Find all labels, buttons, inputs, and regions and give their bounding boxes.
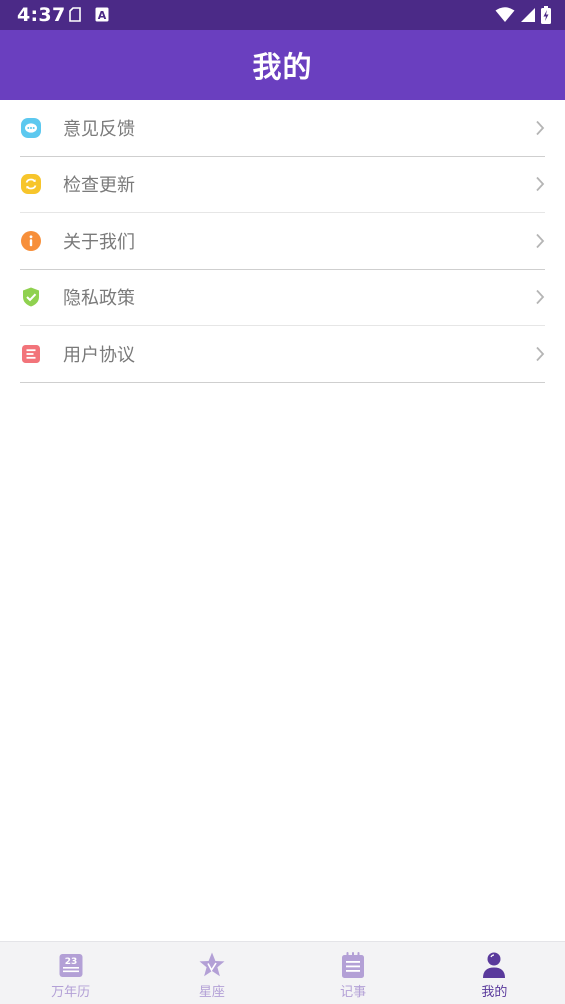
shield-check-icon: [20, 286, 42, 308]
wifi-icon: [495, 7, 515, 27]
nav-tab-label: 记事: [340, 985, 367, 1000]
chevron-right-icon: [536, 290, 545, 305]
chat-bubble-icon: [20, 117, 42, 139]
nav-tab-calendar[interactable]: 23 万年历: [0, 942, 141, 1004]
refresh-icon: [20, 173, 42, 195]
a-badge-icon: A: [95, 7, 109, 26]
menu-item-user-agreement[interactable]: 用户协议: [20, 326, 545, 383]
menu-item-label: 隐私政策: [63, 288, 135, 310]
nav-tab-notes[interactable]: 记事: [283, 942, 424, 1004]
app-bar: 我的: [0, 30, 565, 100]
nav-tab-label: 我的: [481, 985, 508, 1000]
document-icon: [20, 343, 42, 365]
menu-item-check-update[interactable]: 检查更新: [20, 157, 545, 213]
clipboard-icon: [68, 7, 82, 26]
page-title: 我的: [252, 50, 313, 84]
chevron-right-icon: [536, 177, 545, 192]
calendar-icon: 23: [57, 951, 85, 979]
status-time: 4:37: [17, 4, 66, 26]
nav-tab-label: 星座: [198, 985, 225, 1000]
status-bar: 4:37 A: [0, 0, 565, 30]
info-icon: [20, 230, 42, 252]
menu-item-about-us[interactable]: 关于我们: [20, 213, 545, 270]
notepad-icon: [339, 951, 367, 979]
battery-charging-icon: [541, 6, 551, 28]
chevron-right-icon: [536, 346, 545, 361]
menu-item-label: 用户协议: [63, 344, 135, 366]
user-icon: [480, 951, 508, 979]
nav-tab-label: 万年历: [51, 985, 91, 1000]
bottom-navigation: 23 万年历 星座 记事 我的: [0, 941, 565, 1004]
menu-item-label: 关于我们: [63, 231, 135, 253]
status-icons-right: [495, 6, 551, 28]
settings-menu: 意见反馈 检查更新 关于我们 隐私政策 用户协议: [0, 100, 565, 383]
menu-item-privacy-policy[interactable]: 隐私政策: [20, 270, 545, 326]
svg-text:A: A: [98, 9, 107, 22]
chevron-right-icon: [536, 233, 545, 248]
menu-item-label: 检查更新: [63, 175, 135, 197]
cell-signal-icon: [520, 7, 536, 27]
nav-tab-horoscope[interactable]: 星座: [141, 942, 282, 1004]
calendar-badge: 23: [64, 957, 77, 967]
nav-tab-me[interactable]: 我的: [424, 942, 565, 1004]
chevron-right-icon: [536, 120, 545, 135]
menu-item-label: 意见反馈: [63, 118, 135, 140]
menu-item-feedback[interactable]: 意见反馈: [20, 100, 545, 157]
star-icon: [198, 951, 226, 979]
screen: 4:37 A 我的 意见反馈 检查更新 关于我们 隐私政策 用户协议 23 万年…: [0, 0, 565, 1004]
